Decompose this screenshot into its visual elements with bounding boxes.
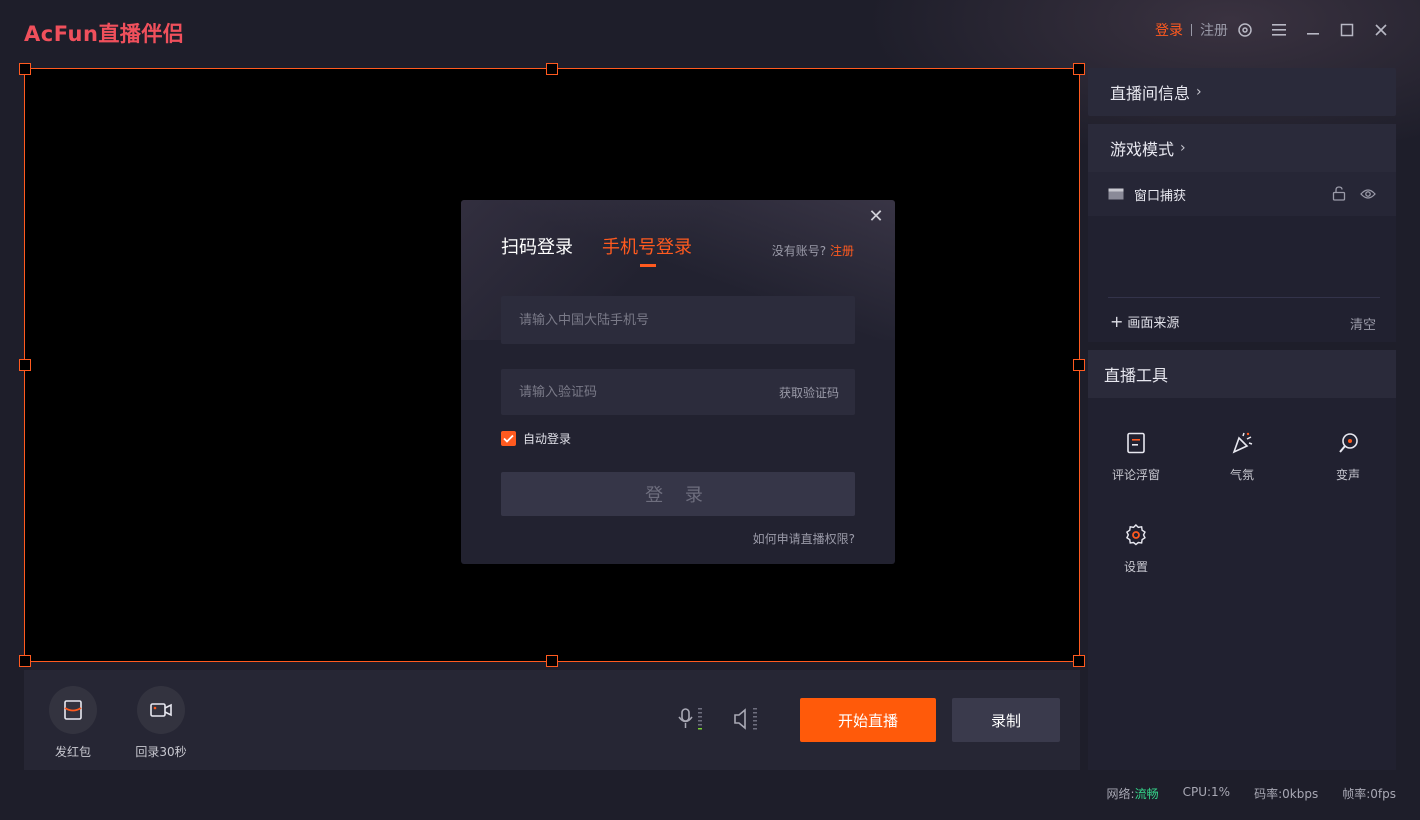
- app-logo: AcFun直播伴侣: [24, 22, 185, 46]
- party-popper-icon: [1202, 430, 1282, 456]
- dialog-close-icon[interactable]: ✕: [867, 208, 885, 226]
- room-info-header[interactable]: 直播间信息 ›: [1088, 68, 1396, 116]
- login-button[interactable]: 登 录: [501, 472, 855, 516]
- active-tab-indicator: [640, 264, 656, 267]
- code-field: 获取验证码: [501, 369, 855, 415]
- tool-voice-changer[interactable]: 变声: [1308, 430, 1388, 483]
- fps-status: 帧率:0fps: [1342, 787, 1396, 801]
- phone-field: [501, 296, 855, 344]
- replay-button[interactable]: 回录30秒: [126, 686, 196, 760]
- menu-icon[interactable]: [1262, 18, 1296, 42]
- minimize-icon[interactable]: [1296, 18, 1330, 42]
- tool-label: 气氛: [1229, 468, 1254, 482]
- voice-changer-icon: [1308, 430, 1388, 456]
- video-camera-icon: [137, 686, 185, 734]
- network-value: 流畅: [1134, 787, 1159, 801]
- window-icon: [1108, 185, 1124, 204]
- titlebar-login-link[interactable]: 登录: [1155, 20, 1183, 40]
- close-icon[interactable]: [1364, 18, 1398, 42]
- get-code-button[interactable]: 获取验证码: [779, 384, 839, 401]
- add-source-button[interactable]: + 画面来源: [1110, 312, 1179, 331]
- unlock-icon[interactable]: [1332, 186, 1346, 205]
- eye-icon[interactable]: [1360, 186, 1376, 205]
- source-list: 窗口捕获 + 画面来源 清空: [1088, 172, 1396, 342]
- tool-comment-overlay[interactable]: 评论浮窗: [1096, 430, 1176, 483]
- record-button[interactable]: 录制: [952, 698, 1060, 742]
- tab-phone-login[interactable]: 手机号登录: [602, 233, 692, 259]
- resize-handle[interactable]: [19, 63, 31, 75]
- resize-handle[interactable]: [1073, 655, 1085, 667]
- network-status: 网络:流畅: [1107, 785, 1159, 802]
- resize-handle[interactable]: [546, 655, 558, 667]
- no-account-text: 没有账号?: [771, 244, 827, 258]
- bottom-toolbar: 发红包 回录30秒 开始直播 录制: [24, 670, 1080, 770]
- clear-sources-button[interactable]: 清空: [1350, 314, 1376, 333]
- no-account-prompt: 没有账号? 注册: [772, 242, 854, 259]
- source-item-window-capture[interactable]: 窗口捕获: [1088, 172, 1396, 216]
- bitrate-status: 码率:0kbps: [1254, 787, 1319, 801]
- source-name: 窗口捕获: [1134, 188, 1187, 204]
- login-dialog: ✕ 扫码登录 手机号登录 没有账号? 注册 获取验证码 自动登录 登 录 如何申…: [461, 200, 895, 564]
- tab-qr-login[interactable]: 扫码登录: [501, 233, 573, 259]
- tool-settings[interactable]: 设置: [1096, 522, 1176, 575]
- live-tools-title: 直播工具: [1088, 350, 1396, 398]
- resize-handle[interactable]: [19, 359, 31, 371]
- comment-window-icon: [1096, 430, 1176, 456]
- auto-login-label: 自动登录: [523, 432, 572, 446]
- resize-handle[interactable]: [546, 63, 558, 75]
- chevron-right-icon: ›: [1180, 140, 1186, 156]
- game-mode-header[interactable]: 游戏模式 ›: [1088, 124, 1396, 172]
- speaker-icon[interactable]: [732, 706, 762, 732]
- tool-label: 评论浮窗: [1111, 468, 1160, 482]
- add-source-label: 画面来源: [1127, 316, 1180, 331]
- target-icon[interactable]: [1228, 18, 1262, 42]
- divider: [1108, 297, 1380, 298]
- dialog-register-link[interactable]: 注册: [830, 244, 854, 258]
- resize-handle[interactable]: [1073, 63, 1085, 75]
- red-packet-icon: [49, 686, 97, 734]
- phone-input[interactable]: [501, 296, 855, 344]
- cpu-status: CPU:1%: [1182, 785, 1231, 799]
- maximize-icon[interactable]: [1330, 18, 1364, 42]
- red-packet-button[interactable]: 发红包: [38, 686, 108, 760]
- checkbox-checked-icon: [501, 431, 516, 446]
- game-mode-label: 游戏模式: [1110, 140, 1175, 159]
- tool-atmosphere[interactable]: 气氛: [1202, 430, 1282, 483]
- plus-icon: +: [1110, 312, 1124, 331]
- app-window: AcFun直播伴侣 登录 注册 ✕ 扫码登录 手机号登录 没有账号? 注册 请输…: [0, 0, 1420, 820]
- microphone-icon[interactable]: [676, 706, 706, 732]
- room-info-label: 直播间信息: [1110, 84, 1191, 103]
- titlebar-controls: 登录 注册: [1155, 18, 1398, 42]
- gear-icon: [1096, 522, 1176, 548]
- tool-label: 设置: [1123, 560, 1148, 574]
- network-label: 网络:: [1106, 787, 1135, 801]
- replay-label: 回录30秒: [135, 745, 187, 759]
- live-tools-panel: 直播工具 评论浮窗 气氛 变声 设置: [1088, 350, 1396, 770]
- titlebar-separator: [1191, 24, 1192, 36]
- apply-permission-link[interactable]: 如何申请直播权限?: [753, 530, 855, 547]
- start-live-button[interactable]: 开始直播: [800, 698, 936, 742]
- resize-handle[interactable]: [1073, 359, 1085, 371]
- resize-handle[interactable]: [19, 655, 31, 667]
- tool-label: 变声: [1335, 468, 1360, 482]
- auto-login-checkbox[interactable]: 自动登录: [501, 430, 571, 447]
- red-packet-label: 发红包: [54, 745, 91, 759]
- status-bar: 网络:流畅 CPU:1% 码率:0kbps 帧率:0fps: [1107, 785, 1396, 802]
- chevron-right-icon: ›: [1196, 84, 1202, 100]
- titlebar-register-link[interactable]: 注册: [1200, 20, 1228, 40]
